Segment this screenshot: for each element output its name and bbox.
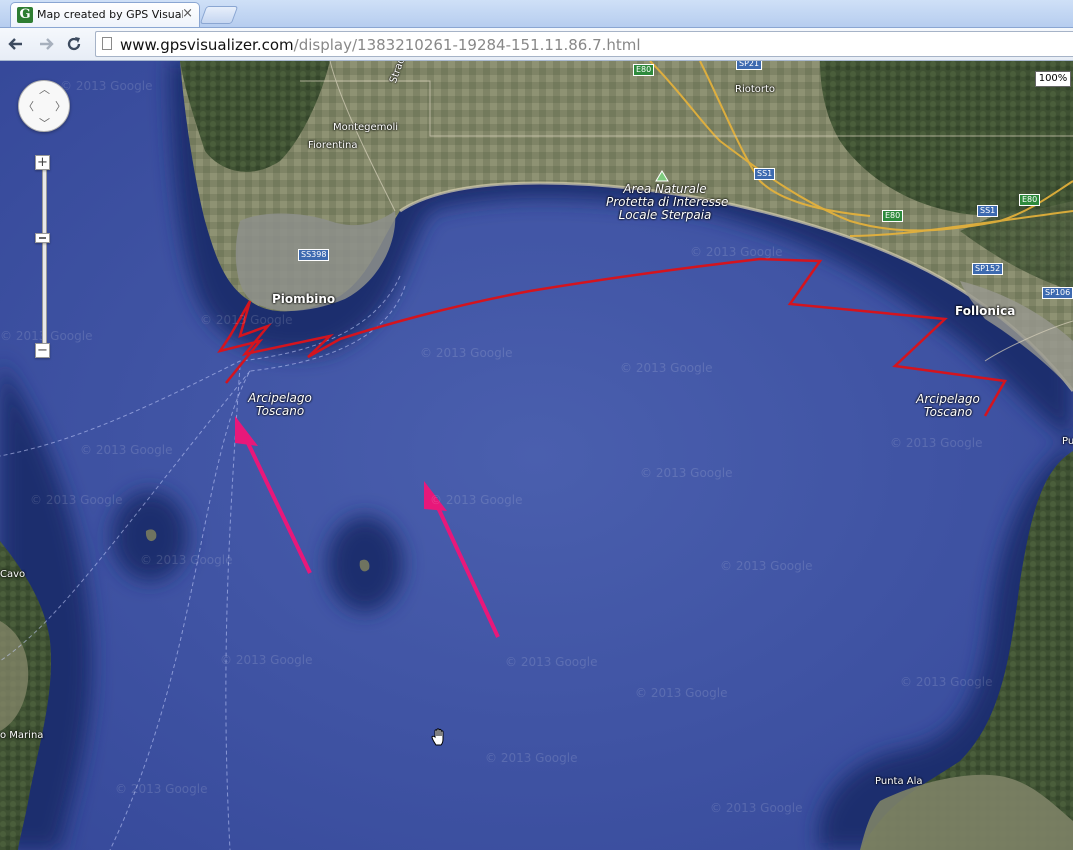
nature-reserve-label: Area Naturale Protetta di Interesse Loca… xyxy=(606,182,729,222)
watermark: © 2013 Google xyxy=(640,466,733,480)
browser-toolbar: www.gpsvisualizer.com/display/1383210261… xyxy=(0,28,1073,61)
watermark: © 2013 Google xyxy=(690,245,783,259)
road-shield-ss1-east: SS1 xyxy=(977,205,999,217)
zoom-level-indicator: 100% xyxy=(1035,71,1071,87)
zoom-slider-track[interactable] xyxy=(42,169,47,351)
satellite-map[interactable]: © 2013 Google © 2013 Google © 2013 Googl… xyxy=(0,61,1073,850)
zoom-slider-handle[interactable] xyxy=(35,233,50,243)
archipelago-label-west: Arcipelago Toscano xyxy=(248,391,312,418)
place-label-riotorto: Riotorto xyxy=(735,84,776,95)
place-label-piombino: Piombino xyxy=(272,292,336,306)
place-label-marina: o Marina xyxy=(0,730,44,741)
archipelago-label-east: Arcipelago Toscano xyxy=(916,392,980,419)
zoom-in-button[interactable]: + xyxy=(35,155,50,170)
place-label-follonica: Follonica xyxy=(955,304,1016,318)
tab-gps-visualizer[interactable]: G Map created by GPS Visualizer × xyxy=(10,2,200,27)
watermark: © 2013 Google xyxy=(710,801,803,815)
url-text[interactable]: www.gpsvisualizer.com/display/1383210261… xyxy=(120,36,641,54)
url-path: /display/1383210261-19284-151.11.86.7.ht… xyxy=(293,36,641,54)
tab-strip: G Map created by GPS Visualizer × xyxy=(0,0,1073,28)
place-label-fiorentina: Fiorentina xyxy=(308,140,358,151)
place-label-montegemoli: Montegemoli xyxy=(333,122,399,133)
road-shield-e80-mid: E80 xyxy=(882,210,904,222)
watermark: © 2013 Google xyxy=(115,782,208,796)
watermark: © 2013 Google xyxy=(430,493,523,507)
watermark: © 2013 Google xyxy=(900,675,993,689)
tab-title: Map created by GPS Visualizer xyxy=(37,8,183,21)
road-shield-ss398: SS398 xyxy=(298,249,330,261)
watermark: © 2013 Google xyxy=(140,553,233,567)
url-host: www.gpsvisualizer.com xyxy=(120,36,294,54)
new-tab-button[interactable] xyxy=(199,6,239,24)
browser-window: G Map created by GPS Visualizer × www.gp… xyxy=(0,0,1073,850)
zoom-out-button[interactable]: − xyxy=(35,343,50,358)
road-shield-sp152: SP152 xyxy=(972,263,1004,275)
pan-up-icon[interactable]: ︿ xyxy=(39,84,50,95)
place-label-cavo: Cavo xyxy=(0,569,26,580)
road-shield-e80: E80 xyxy=(633,64,655,76)
pan-control[interactable]: ︿ ﹀ 〈 〉 xyxy=(18,80,70,132)
watermark: © 2013 Google xyxy=(30,493,123,507)
watermark: © 2013 Google xyxy=(635,686,728,700)
tab-close-icon[interactable]: × xyxy=(182,6,193,22)
watermark: © 2013 Google xyxy=(420,346,513,360)
reload-icon xyxy=(67,37,81,51)
road-shield-e80-east: E80 xyxy=(1019,194,1041,206)
forward-button[interactable] xyxy=(34,32,58,56)
reload-button[interactable] xyxy=(62,32,86,56)
watermark: © 2013 Google xyxy=(200,313,293,327)
road-shield-sp106: SP106 xyxy=(1042,287,1073,299)
address-bar[interactable]: www.gpsvisualizer.com/display/1383210261… xyxy=(95,31,1073,57)
watermark: © 2013 Google xyxy=(505,655,598,669)
forward-arrow-icon xyxy=(40,38,54,50)
page-icon xyxy=(102,37,112,50)
watermark: © 2013 Google xyxy=(220,653,313,667)
gps-visualizer-favicon-icon: G xyxy=(17,7,33,23)
place-label-punta-ala: Punta Ala xyxy=(875,776,923,787)
hand-cursor-icon xyxy=(431,728,444,746)
back-button[interactable] xyxy=(4,32,28,56)
watermark: © 2013 Google xyxy=(720,559,813,573)
watermark: © 2013 Google xyxy=(620,361,713,375)
back-arrow-icon xyxy=(8,38,22,50)
place-label-pu: Pu xyxy=(1062,436,1073,447)
pan-right-icon[interactable]: 〉 xyxy=(55,101,66,112)
road-shield-sp21: SP21 xyxy=(736,61,763,70)
watermark: © 2013 Google xyxy=(80,443,173,457)
pan-left-icon[interactable]: 〈 xyxy=(23,101,34,112)
watermark: © 2013 Google xyxy=(60,79,153,93)
road-shield-ss1: SS1 xyxy=(754,168,776,180)
pan-down-icon[interactable]: ﹀ xyxy=(39,118,50,129)
watermark: © 2013 Google xyxy=(485,751,578,765)
watermark: © 2013 Google xyxy=(890,436,983,450)
